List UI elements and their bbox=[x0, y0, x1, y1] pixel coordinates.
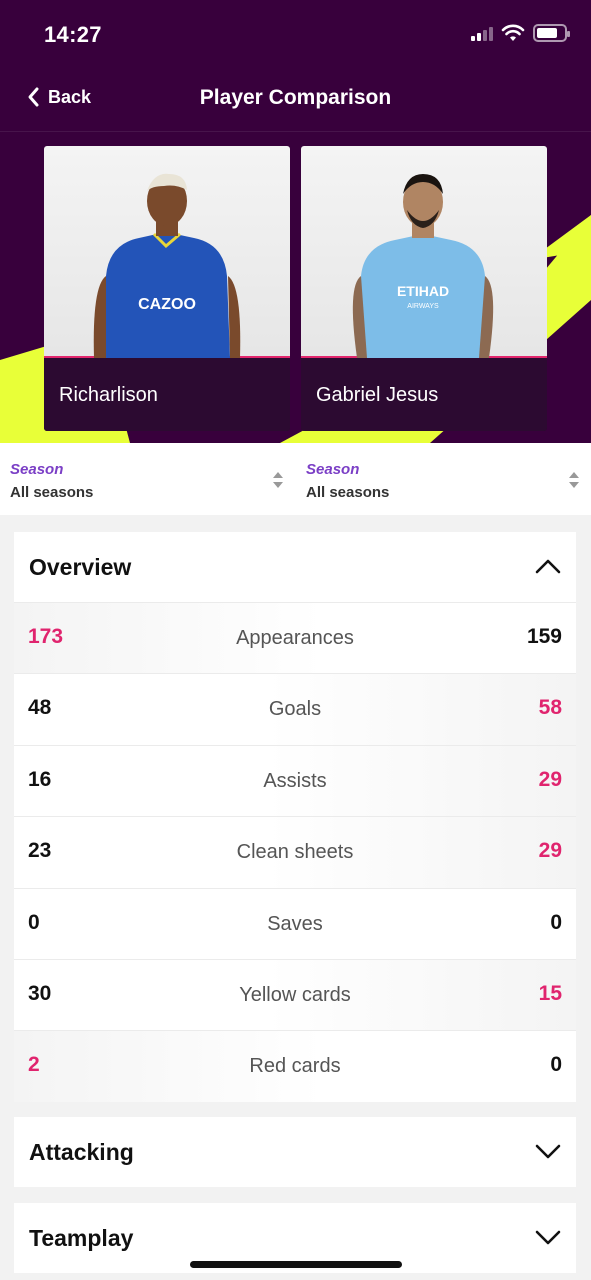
wifi-icon bbox=[501, 24, 525, 41]
stat-label: Clean sheets bbox=[236, 841, 354, 864]
stat-value-right: 58 bbox=[538, 696, 562, 720]
status-bar: 14:27 bbox=[0, 0, 591, 70]
season-value: All seasons bbox=[10, 484, 94, 501]
season-selector-right[interactable]: Season All seasons bbox=[306, 461, 389, 501]
stat-value-right: 0 bbox=[550, 1053, 562, 1077]
sort-arrows-icon[interactable] bbox=[272, 471, 284, 489]
stat-row-assists: 16 Assists 29 bbox=[14, 744, 576, 817]
overview-header[interactable]: Overview bbox=[14, 532, 576, 602]
status-icons bbox=[471, 24, 570, 42]
attacking-header[interactable]: Attacking bbox=[14, 1117, 576, 1187]
sort-arrows-icon[interactable] bbox=[568, 471, 580, 489]
page-title: Player Comparison bbox=[199, 86, 392, 109]
stat-label: Saves bbox=[267, 912, 323, 935]
stat-value-right: 29 bbox=[538, 767, 562, 791]
stat-value-right: 29 bbox=[538, 839, 562, 863]
stat-row-red-cards: 2 Red cards 0 bbox=[14, 1030, 576, 1102]
header: 14:27 Back Player Comparison CAZOO Richa… bbox=[0, 0, 591, 443]
section-title: Teamplay bbox=[29, 1225, 134, 1251]
nav-divider bbox=[0, 131, 591, 132]
season-label: Season bbox=[10, 461, 64, 478]
chevron-down-icon[interactable] bbox=[534, 1141, 562, 1161]
stat-row-clean-sheets: 23 Clean sheets 29 bbox=[14, 816, 576, 888]
player-photo: ETIHAD AIRWAYS bbox=[301, 146, 547, 358]
player-photo: CAZOO bbox=[44, 146, 290, 358]
player-silhouette-image: ETIHAD AIRWAYS bbox=[352, 174, 494, 358]
stat-value-right: 0 bbox=[550, 910, 562, 934]
player-name-right: Gabriel Jesus bbox=[316, 384, 439, 406]
kit-sponsor-text: CAZOO bbox=[138, 296, 196, 313]
season-selector-left[interactable]: Season All seasons bbox=[10, 461, 93, 501]
status-time: 14:27 bbox=[44, 22, 102, 47]
stat-value-right: 159 bbox=[526, 625, 562, 648]
chevron-up-icon[interactable] bbox=[534, 556, 562, 576]
stat-value-right: 15 bbox=[538, 981, 562, 1005]
stat-label: Goals bbox=[268, 698, 322, 721]
stat-label: Assists bbox=[263, 769, 327, 792]
season-value: All seasons bbox=[306, 484, 390, 501]
stat-row-appearances: 173 Appearances 159 bbox=[14, 602, 576, 674]
stat-row-yellow-cards: 30 Yellow cards 15 bbox=[14, 958, 576, 1031]
kit-sponsor-subtext: AIRWAYS bbox=[407, 303, 439, 310]
home-indicator[interactable] bbox=[190, 1261, 402, 1268]
season-label: Season bbox=[306, 461, 360, 478]
battery-icon bbox=[533, 24, 570, 42]
kit-sponsor-text: ETIHAD bbox=[397, 283, 449, 299]
overview-panel: Overview 173 Appearances 159 48 Goals 58… bbox=[14, 532, 576, 1102]
stat-row-saves: 0 Saves 0 bbox=[14, 887, 576, 959]
section-title: Overview bbox=[29, 554, 132, 580]
chevron-down-icon[interactable] bbox=[534, 1227, 562, 1247]
stat-label: Appearances bbox=[236, 627, 354, 649]
season-selector-row: Season All seasons Season All seasons bbox=[0, 443, 591, 515]
stat-label: Red cards bbox=[249, 1055, 341, 1078]
stat-row-goals: 48 Goals 58 bbox=[14, 673, 576, 745]
cellular-signal-icon bbox=[471, 25, 493, 41]
attacking-panel[interactable]: Attacking bbox=[14, 1117, 576, 1187]
player-card-right[interactable]: ETIHAD AIRWAYS Gabriel Jesus bbox=[301, 146, 547, 431]
player-silhouette-image: CAZOO bbox=[93, 173, 241, 358]
stat-label: Yellow cards bbox=[239, 983, 351, 1006]
navigation-bar: Back Player Comparison bbox=[0, 80, 591, 120]
player-card-left[interactable]: CAZOO Richarlison bbox=[44, 146, 290, 431]
player-name-left: Richarlison bbox=[59, 384, 158, 406]
section-title: Attacking bbox=[29, 1139, 134, 1165]
